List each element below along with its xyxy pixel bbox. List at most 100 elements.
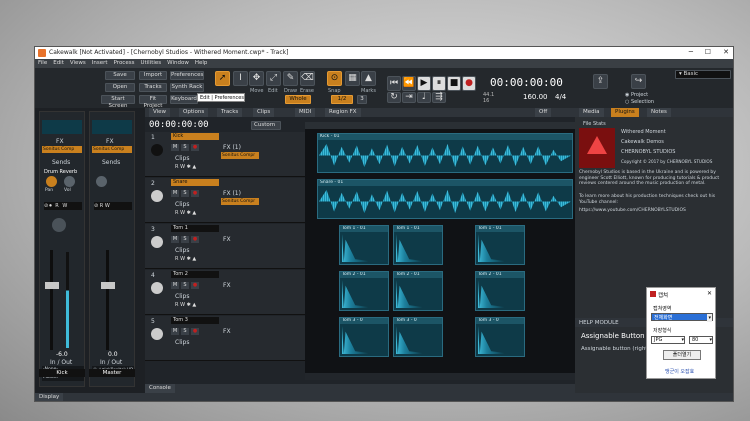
tracks-button[interactable]: Tracks (139, 83, 167, 92)
menu-process[interactable]: Process (111, 59, 138, 67)
metronome-icon[interactable]: ♩ (417, 92, 431, 103)
channel-name-left[interactable]: Kick (39, 369, 85, 377)
marks-icon[interactable]: ▲ (361, 71, 376, 86)
rewind-icon[interactable]: ⏪ (402, 76, 416, 91)
send-vol-knob[interactable] (64, 176, 75, 187)
capture-area-select[interactable]: 전체화면 ▾ (651, 313, 713, 322)
fit-project-button[interactable]: Fit Project (139, 95, 167, 109)
now-time[interactable]: 00:00:00:00 (490, 76, 563, 89)
clip-tom3-c[interactable]: Tom 3 - 0 (475, 317, 525, 357)
minimize-icon[interactable]: ─ (689, 48, 693, 56)
save-button[interactable]: Save (105, 71, 135, 80)
custom-dropdown[interactable]: Custom (251, 121, 281, 130)
track-name[interactable]: Snare (171, 179, 219, 186)
export-icon[interactable]: ⇪ (593, 74, 608, 89)
display-tab[interactable]: Display (35, 393, 64, 401)
info-url[interactable]: https://www.youtube.com/CHERNOBYLSTUDIOS (579, 208, 729, 213)
fader-handle-master[interactable] (101, 282, 115, 289)
solo-button[interactable]: S (181, 144, 189, 151)
popup-link[interactable]: 맹군이 오잡효 (665, 368, 694, 375)
pause-icon[interactable]: ⏸ (432, 76, 446, 91)
workspace-dropdown[interactable]: ▾ Basic (675, 70, 731, 79)
channel-name-right[interactable]: Master (89, 369, 135, 377)
start-screen-button[interactable]: Start Screen (101, 95, 135, 109)
tv-menu-options[interactable]: Options (179, 108, 209, 117)
open-folder-button[interactable]: 폴더열기 (663, 350, 701, 360)
fx-slot[interactable]: Sonitus Comp (42, 146, 82, 153)
stop-icon[interactable]: ■ (447, 76, 461, 91)
track-view-time[interactable]: 00:00:00:00 (149, 120, 209, 130)
quality-select[interactable]: 80 ▾ (689, 336, 713, 344)
menu-utilities[interactable]: Utilities (137, 59, 164, 67)
synth-rack-button[interactable]: Synth Rack (170, 83, 204, 92)
maximize-icon[interactable]: ☐ (705, 48, 711, 56)
move-tool-icon[interactable]: ✥ (249, 71, 264, 86)
record-icon[interactable]: ● (462, 76, 476, 91)
clip-tom2-b[interactable]: Tom 2 - 01 (393, 271, 443, 311)
snap-icon[interactable]: ⊙ (327, 71, 342, 86)
menu-help[interactable]: Help (192, 59, 211, 67)
mute-button[interactable]: M (171, 190, 179, 197)
solo-button[interactable]: S (181, 190, 189, 197)
snap-dropdown[interactable]: Whole (285, 95, 311, 104)
clip-snare[interactable]: Snare - 01 (317, 179, 573, 219)
tv-menu-tracks[interactable]: Tracks (217, 108, 243, 117)
arm-button[interactable]: ● (191, 328, 199, 335)
loop-icon[interactable]: ↻ (387, 92, 401, 103)
snap-mode-icon[interactable]: ▦ (345, 71, 360, 86)
rw-buttons[interactable]: R W ✱ ▲ (175, 210, 213, 218)
track-name[interactable]: Tom 3 (171, 317, 219, 324)
clip-tom1-a[interactable]: Tom 1 - 01 (339, 225, 389, 265)
tv-menu-midi[interactable]: MIDI (295, 108, 316, 117)
send-name[interactable]: Drum Reverb (44, 169, 77, 175)
import-button[interactable]: Import (139, 71, 167, 80)
tv-menu-view[interactable]: View (149, 108, 171, 117)
radio-project[interactable]: ◉ Project (625, 92, 648, 98)
arm-button[interactable]: ● (191, 190, 199, 197)
horizontal-scrollbar[interactable] (305, 373, 575, 380)
track-name[interactable]: Kick (171, 133, 219, 140)
menu-edit[interactable]: Edit (50, 59, 67, 67)
mute-button[interactable]: M (171, 144, 179, 151)
meter-value[interactable]: 4/4 (555, 93, 566, 101)
rw-buttons[interactable]: R W ✱ ▲ (175, 164, 213, 172)
send-knob-master[interactable] (96, 176, 107, 187)
send-knob[interactable] (46, 176, 57, 187)
rw-buttons[interactable]: R W ✱ ▲ (175, 256, 213, 264)
menu-window[interactable]: Window (164, 59, 192, 67)
solo-button[interactable]: S (181, 236, 189, 243)
fx-slot-master[interactable]: Sonitus Comp (92, 146, 132, 153)
arm-button[interactable]: ● (191, 236, 199, 243)
clip-tom1-c[interactable]: Tom 1 - 01 (475, 225, 525, 265)
tab-media[interactable]: Media (579, 108, 604, 117)
rw-buttons[interactable]: R W ✱ ▲ (175, 302, 213, 310)
popup-close-icon[interactable]: ✕ (707, 290, 712, 297)
menu-insert[interactable]: Insert (89, 59, 111, 67)
arm-button[interactable]: ● (191, 282, 199, 289)
pan-knob[interactable] (52, 218, 66, 232)
console-tab[interactable]: Console (145, 384, 175, 393)
smart-tool-icon[interactable]: I (233, 71, 248, 86)
track-name[interactable]: Tom 1 (171, 225, 219, 232)
play-icon[interactable]: ▶ (417, 76, 431, 91)
radio-selection[interactable]: ○ Selection (625, 99, 654, 105)
clip-tom3-a[interactable]: Tom 3 - 0 (339, 317, 389, 357)
tempo-value[interactable]: 160.00 (523, 93, 548, 101)
select-tool-icon[interactable]: ➚ (215, 71, 230, 86)
clip-kick[interactable]: Kick - 01 (317, 133, 573, 173)
mute-button[interactable]: M (171, 236, 179, 243)
track-fx-slot[interactable]: Sonitus Compr (221, 152, 259, 159)
clip-tom2-a[interactable]: Tom 2 - 01 (339, 271, 389, 311)
solo-button[interactable]: S (181, 282, 189, 289)
edit-tool-icon[interactable]: ⤢ (266, 71, 281, 86)
tv-off[interactable]: Off (535, 108, 552, 117)
menu-views[interactable]: Views (67, 59, 89, 67)
timeline-ruler[interactable] (305, 122, 575, 129)
format-select[interactable]: JPG ▾ (651, 336, 685, 344)
preferences-button[interactable]: Preferences (170, 71, 204, 80)
close-icon[interactable]: ✕ (723, 48, 729, 56)
rewind-start-icon[interactable]: ⏮ (387, 76, 401, 91)
fader-handle[interactable] (45, 282, 59, 289)
mute-button[interactable]: M (171, 282, 179, 289)
master-buttons[interactable]: ⊘ R W (94, 202, 132, 210)
